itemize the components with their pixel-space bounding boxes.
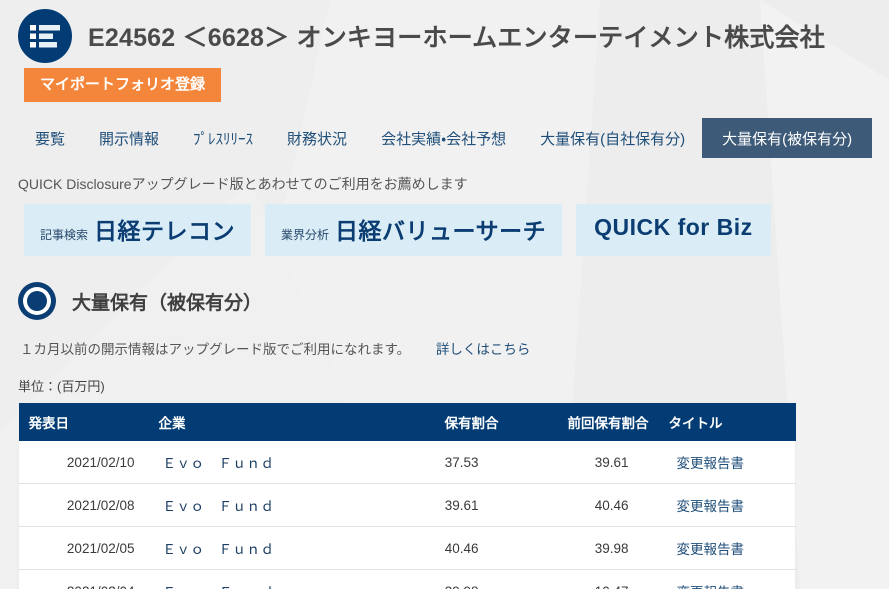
cell-ratio: 37.53: [358, 441, 509, 484]
cell-company: Ｅｖｏ Ｆｕｎｄ: [148, 526, 359, 570]
report-link[interactable]: 変更報告書: [677, 542, 745, 557]
list-icon: [18, 9, 72, 63]
cell-company: Ｅｖｏ Ｆｕｎｄ: [148, 569, 359, 589]
page-title: E24562 ＜6628＞ オンキヨーホームエンターテイメント株式会社: [88, 24, 825, 52]
cell-date: 2021/02/04: [18, 569, 149, 589]
page-header: E24562 ＜6628＞ オンキヨーホームエンターテイメント株式会社: [0, 0, 889, 63]
column-header-prev-ratio: 前回保有割合: [508, 403, 659, 441]
cell-title: 変更報告書: [658, 483, 796, 527]
column-header-ratio: 保有割合: [358, 403, 509, 441]
cell-company: Ｅｖｏ Ｆｕｎｄ: [148, 441, 359, 484]
promo-title-nikkei-telecom: 日経テレコン: [94, 218, 236, 244]
promo-box-row: 記事検索 日経テレコン 業界分析 日経バリューサーチ QUICK for Biz: [24, 204, 889, 256]
promo-title-quick-for-biz: QUICK for Biz: [594, 214, 753, 240]
promo-nikkei-telecom[interactable]: 記事検索 日経テレコン: [24, 204, 252, 256]
cell-company: Ｅｖｏ Ｆｕｎｄ: [148, 483, 359, 527]
report-link[interactable]: 変更報告書: [677, 585, 745, 589]
cell-prev-ratio: 40.46: [508, 483, 659, 527]
tab-results-forecast[interactable]: 会社実績・会社予想: [364, 118, 523, 158]
cell-title: 変更報告書: [658, 569, 796, 589]
tab-overview[interactable]: 要覧: [18, 118, 82, 158]
column-header-title: タイトル: [658, 403, 796, 441]
cell-ratio: 39.98: [358, 569, 509, 589]
add-to-portfolio-button[interactable]: マイポートフォリオ登録: [24, 68, 222, 102]
holdings-table: 発表日 企業 保有割合 前回保有割合 タイトル 2021/02/10 Ｅｖｏ Ｆ…: [18, 403, 796, 589]
table-header-row: 発表日 企業 保有割合 前回保有割合 タイトル: [18, 403, 796, 441]
tab-press-release[interactable]: ﾌﾟﾚｽﾘﾘｰｽ: [176, 118, 270, 158]
promo-title-nikkei-value-search: 日経バリューサーチ: [335, 218, 547, 244]
promo-quick-for-biz[interactable]: QUICK for Biz: [576, 204, 771, 256]
column-header-date: 発表日: [18, 403, 149, 441]
main-nav-tabs: 要覧 開示情報 ﾌﾟﾚｽﾘﾘｰｽ 財務状況 会社実績・会社予想 大量保有(自社保…: [18, 118, 889, 158]
table-row: 2021/02/10 Ｅｖｏ Ｆｕｎｄ 37.53 39.61 変更報告書: [18, 441, 796, 484]
tab-large-holdings-own[interactable]: 大量保有(自社保有分): [523, 118, 702, 158]
tab-financials[interactable]: 財務状況: [270, 118, 364, 158]
report-link[interactable]: 変更報告書: [677, 499, 745, 514]
tab-disclosure[interactable]: 開示情報: [82, 118, 176, 158]
report-link[interactable]: 変更報告書: [677, 456, 745, 471]
cell-prev-ratio: 10.47: [508, 569, 659, 589]
cell-title: 変更報告書: [658, 441, 796, 484]
table-row: 2021/02/04 Ｅｖｏ Ｆｕｎｄ 39.98 10.47 変更報告書: [18, 569, 796, 589]
cell-date: 2021/02/10: [18, 441, 149, 484]
column-header-company: 企業: [148, 403, 359, 441]
section-heading: 大量保有（被保有分）: [18, 282, 889, 320]
unit-note: 単位：(百万円): [18, 379, 105, 394]
upgrade-details-link[interactable]: 詳しくはこちら: [436, 342, 531, 357]
promo-label-industry-analysis: 業界分析: [281, 228, 330, 242]
cell-prev-ratio: 39.98: [508, 526, 659, 570]
table-row: 2021/02/05 Ｅｖｏ Ｆｕｎｄ 40.46 39.98 変更報告書: [18, 526, 796, 570]
promo-label-article-search: 記事検索: [40, 228, 89, 242]
upgrade-notice: １カ月以前の開示情報はアップグレード版でご利用になれます。 詳しくはこちら: [20, 338, 889, 358]
cell-date: 2021/02/08: [18, 483, 149, 527]
cell-ratio: 40.46: [358, 526, 509, 570]
section-title: 大量保有（被保有分）: [72, 292, 263, 314]
page-root: E24562 ＜6628＞ オンキヨーホームエンターテイメント株式会社 マイポー…: [0, 0, 889, 589]
cell-ratio: 39.61: [358, 483, 509, 527]
promo-note: QUICK Disclosureアップグレード版とあわせてのご利用をお薦めします: [18, 176, 468, 192]
table-header: 発表日 企業 保有割合 前回保有割合 タイトル: [18, 403, 796, 441]
promo-nikkei-value-search[interactable]: 業界分析 日経バリューサーチ: [265, 204, 563, 256]
holdings-table-wrapper: 発表日 企業 保有割合 前回保有割合 タイトル 2021/02/10 Ｅｖｏ Ｆ…: [18, 403, 796, 589]
ring-icon: [18, 282, 56, 320]
table-body: 2021/02/10 Ｅｖｏ Ｆｕｎｄ 37.53 39.61 変更報告書 20…: [18, 441, 796, 589]
cell-title: 変更報告書: [658, 526, 796, 570]
cell-date: 2021/02/05: [18, 526, 149, 570]
table-row: 2021/02/08 Ｅｖｏ Ｆｕｎｄ 39.61 40.46 変更報告書: [18, 483, 796, 527]
upgrade-notice-text: １カ月以前の開示情報はアップグレード版でご利用になれます。: [20, 342, 411, 357]
cell-prev-ratio: 39.61: [508, 441, 659, 484]
tab-large-holdings-held[interactable]: 大量保有(被保有分): [702, 118, 873, 158]
